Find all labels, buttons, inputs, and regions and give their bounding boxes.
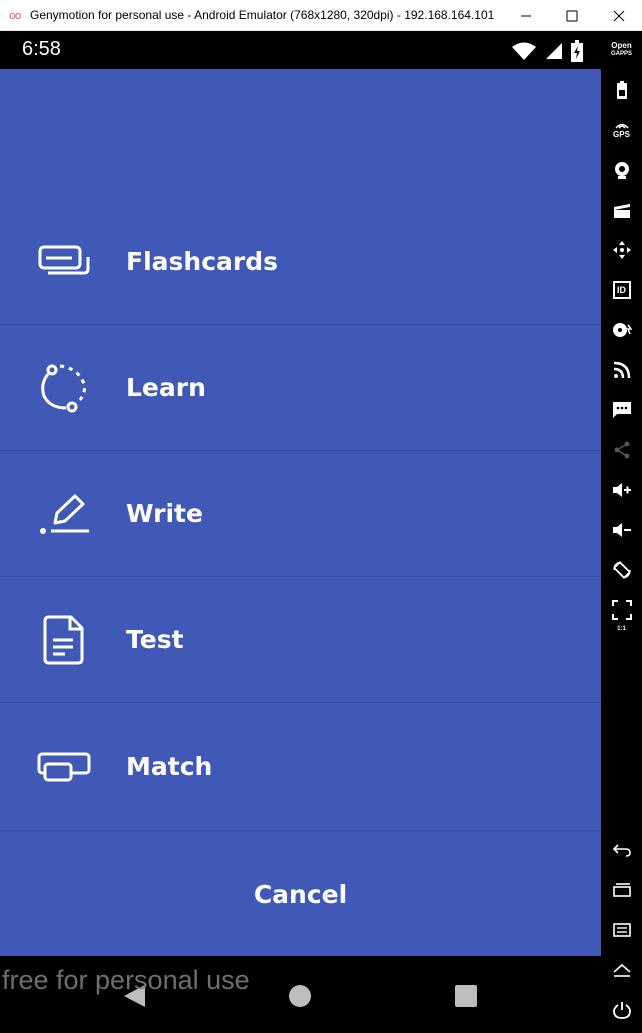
nav-recents-button[interactable] <box>452 982 480 1010</box>
minimize-icon <box>521 15 531 16</box>
pixel-perfect-label: 1:1 <box>617 626 626 632</box>
menu-item-learn[interactable]: Learn <box>0 325 601 451</box>
recent-apps-icon <box>612 883 631 897</box>
back-arrow-icon <box>612 844 631 857</box>
emulator-sidebar: Open GAPPS GPS ID 1:1 <box>601 31 642 1033</box>
menu-item-label: Test <box>126 625 184 654</box>
genymotion-logo: oo <box>9 9 22 22</box>
maximize-icon <box>566 10 578 21</box>
menu-item-label: Flashcards <box>126 247 278 276</box>
menu-item-write[interactable]: Write <box>0 451 601 577</box>
home-button[interactable] <box>601 955 642 985</box>
study-mode-sheet: Flashcards Learn Write Test Match Cancel <box>0 69 601 956</box>
rotate-button[interactable] <box>601 555 642 585</box>
volume-up-icon <box>612 483 631 497</box>
screencast-button[interactable] <box>601 195 642 225</box>
menu-icon <box>612 923 631 937</box>
fullscreen-icon <box>611 600 632 620</box>
signal-icon <box>546 43 562 59</box>
disk-button[interactable] <box>601 315 642 345</box>
menu-item-label: Learn <box>126 373 206 402</box>
power-button[interactable] <box>601 995 642 1025</box>
menu-item-match[interactable]: Match <box>0 703 601 831</box>
opengapps-label: Open <box>611 41 632 50</box>
opengapps-sublabel: GAPPS <box>610 51 632 57</box>
menu-button[interactable] <box>601 915 642 945</box>
menu-item-label: Match <box>126 752 213 781</box>
volume-down-button[interactable] <box>601 515 642 545</box>
back-button[interactable] <box>601 835 642 865</box>
opengapps-icon: Open GAPPS <box>611 42 632 58</box>
flashcards-icon <box>36 237 92 287</box>
gps-icon: GPS <box>613 121 630 139</box>
maximize-button[interactable] <box>549 0 595 31</box>
phone-button[interactable] <box>601 395 642 425</box>
menu-item-flashcards[interactable]: Flashcards <box>0 199 601 325</box>
test-icon <box>36 615 92 665</box>
volume-up-button[interactable] <box>601 475 642 505</box>
webcam-icon <box>614 162 629 179</box>
gps-label: GPS <box>613 130 630 139</box>
id-label: ID <box>617 285 626 295</box>
pixel-perfect-label-wrap: 1:1 <box>601 621 642 637</box>
network-button[interactable] <box>601 355 642 385</box>
camera-button[interactable] <box>601 155 642 185</box>
id-icon: ID <box>612 281 631 299</box>
gps-button[interactable]: GPS <box>601 115 642 145</box>
status-bar: 6:58 <box>0 31 601 69</box>
nav-home-button[interactable] <box>286 982 314 1010</box>
clapperboard-icon <box>613 204 630 218</box>
match-icon <box>36 742 92 792</box>
window-title: Genymotion for personal use - Android Em… <box>30 8 495 22</box>
window-titlebar: oo Genymotion for personal use - Android… <box>0 0 642 31</box>
recents-icon <box>455 985 477 1007</box>
write-icon <box>36 489 92 539</box>
volume-down-icon <box>612 523 631 537</box>
rotate-icon <box>612 561 631 579</box>
close-button[interactable] <box>596 0 642 31</box>
emulator-screen: 6:58 Flashcards Learn Write Test Match C… <box>0 31 601 1033</box>
share-button[interactable] <box>601 435 642 465</box>
status-icons <box>511 40 583 62</box>
status-time: 6:58 <box>22 38 61 60</box>
rss-icon <box>613 361 630 379</box>
message-icon <box>612 402 631 418</box>
battery-button[interactable] <box>601 75 642 105</box>
recent-apps-button[interactable] <box>601 875 642 905</box>
menu-item-label: Write <box>126 499 203 528</box>
cancel-button[interactable]: Cancel <box>0 831 601 956</box>
menu-item-test[interactable]: Test <box>0 577 601 703</box>
home-icon <box>289 985 311 1007</box>
watermark-text: free for personal use <box>2 965 250 995</box>
dpad-button[interactable] <box>601 235 642 265</box>
power-icon <box>612 1002 631 1019</box>
opengapps-button[interactable]: Open GAPPS <box>601 35 642 65</box>
identifiers-button[interactable]: ID <box>601 275 642 305</box>
move-icon <box>612 241 631 259</box>
battery-icon <box>616 81 627 99</box>
minimize-button[interactable] <box>503 0 549 31</box>
battery-icon <box>571 40 583 62</box>
wifi-icon <box>512 42 536 60</box>
share-icon <box>614 441 629 459</box>
home-icon <box>612 963 631 977</box>
learn-icon <box>36 363 92 413</box>
disk-icon <box>612 323 632 337</box>
close-icon <box>613 10 625 21</box>
